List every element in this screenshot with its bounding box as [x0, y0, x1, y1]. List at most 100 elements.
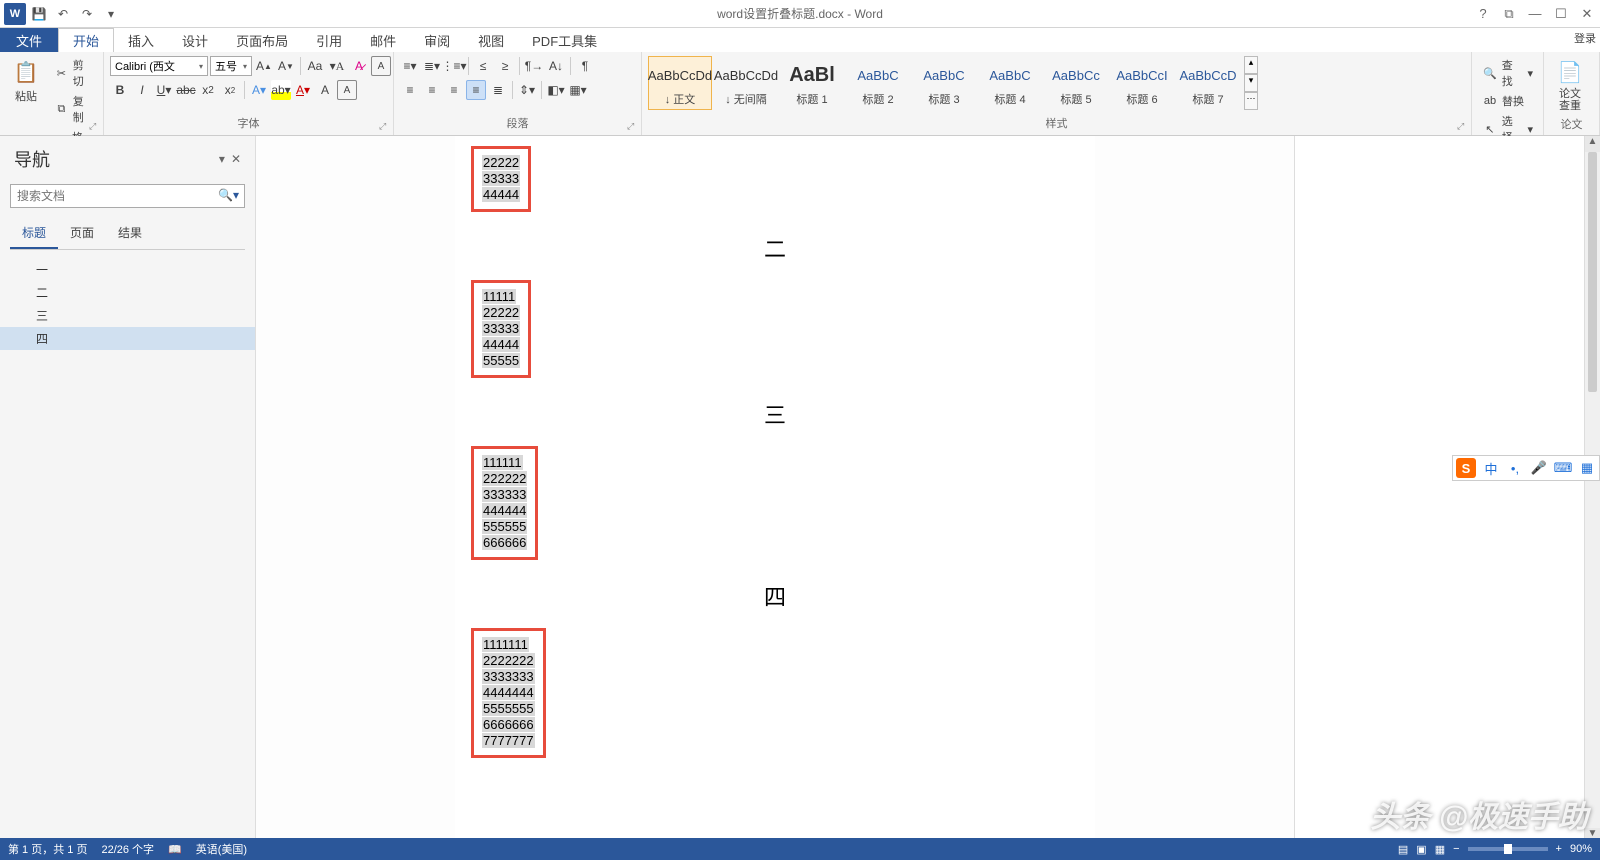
underline-button[interactable]: U▾	[154, 80, 174, 100]
align-right-button[interactable]: ≡	[444, 80, 464, 100]
tab-design[interactable]: 设计	[168, 28, 222, 52]
borders-button[interactable]: ▦▾	[568, 80, 588, 100]
save-button[interactable]: 💾	[28, 3, 50, 25]
nav-item[interactable]: 二	[0, 281, 255, 304]
enclose-char-button[interactable]: A	[371, 56, 391, 76]
view-web-button[interactable]: ▦	[1435, 843, 1445, 856]
nav-dropdown-icon[interactable]: ▾	[219, 152, 225, 166]
status-words[interactable]: 22/26 个字	[101, 841, 154, 857]
style-item-5[interactable]: AaBbC标题 4	[978, 56, 1042, 110]
tab-view[interactable]: 视图	[464, 28, 518, 52]
nav-item[interactable]: 一	[0, 258, 255, 281]
gallery-more-icon[interactable]: ⋯	[1244, 92, 1258, 110]
nav-tab-headings[interactable]: 标题	[10, 218, 58, 249]
font-name-combo[interactable]: Calibri (西文▾	[110, 56, 208, 76]
zoom-in-button[interactable]: +	[1556, 843, 1562, 855]
font-launcher[interactable]: ⤢	[379, 121, 391, 133]
close-button[interactable]: ✕	[1574, 1, 1600, 27]
clipboard-launcher[interactable]: ⤢	[89, 121, 101, 133]
search-input[interactable]	[10, 184, 245, 208]
zoom-thumb[interactable]	[1504, 844, 1512, 854]
multilevel-button[interactable]: ⋮≡▾	[444, 56, 464, 76]
bullets-button[interactable]: ≡▾	[400, 56, 420, 76]
ime-toolbar[interactable]: S 中 •, 🎤 ⌨ ▦	[1452, 455, 1600, 481]
style-item-6[interactable]: AaBbCc标题 5	[1044, 56, 1108, 110]
scroll-thumb[interactable]	[1588, 152, 1597, 392]
view-read-button[interactable]: ▣	[1416, 843, 1426, 856]
clear-format-button[interactable]: A̷	[349, 56, 369, 76]
status-language[interactable]: 英语(美国)	[196, 841, 247, 857]
ime-punct-button[interactable]: •,	[1503, 456, 1527, 480]
tab-mailings[interactable]: 邮件	[356, 28, 410, 52]
scroll-up-icon[interactable]: ▲	[1585, 136, 1600, 152]
maximize-button[interactable]: ☐	[1548, 1, 1574, 27]
bold-button[interactable]: B	[110, 80, 130, 100]
subscript-button[interactable]: x2	[198, 80, 218, 100]
nav-close-button[interactable]: ✕	[231, 152, 241, 166]
minimize-button[interactable]: —	[1522, 1, 1548, 27]
align-center-button[interactable]: ≡	[422, 80, 442, 100]
gallery-up-icon[interactable]: ▴	[1244, 56, 1258, 74]
replace-button[interactable]: ab替换	[1478, 92, 1537, 110]
text-effects-button[interactable]: A▾	[249, 80, 269, 100]
italic-button[interactable]: I	[132, 80, 152, 100]
ime-lang-button[interactable]: 中	[1479, 456, 1503, 480]
style-item-0[interactable]: AaBbCcDd↓ 正文	[648, 56, 712, 110]
word-icon[interactable]: W	[4, 3, 26, 25]
ime-keyboard-icon[interactable]: ⌨	[1551, 456, 1575, 480]
paragraph-launcher[interactable]: ⤢	[627, 121, 639, 133]
align-left-button[interactable]: ≡	[400, 80, 420, 100]
char-border-button[interactable]: A	[337, 80, 357, 100]
strike-button[interactable]: abc	[176, 80, 196, 100]
undo-button[interactable]: ↶	[52, 3, 74, 25]
tab-layout[interactable]: 页面布局	[222, 28, 302, 52]
view-print-button[interactable]: ▤	[1398, 843, 1408, 856]
shading-button[interactable]: ◧▾	[546, 80, 566, 100]
sort-button[interactable]: A↓	[546, 56, 566, 76]
status-page[interactable]: 第 1 页，共 1 页	[8, 841, 87, 857]
vertical-scrollbar[interactable]: ▲ ▼	[1584, 136, 1600, 844]
thesis-check-button[interactable]: 📄 论文 查重	[1550, 56, 1590, 114]
search-icon[interactable]: 🔍▾	[218, 188, 239, 202]
style-item-2[interactable]: AaBl标题 1	[780, 56, 844, 110]
style-item-4[interactable]: AaBbC标题 3	[912, 56, 976, 110]
ime-voice-icon[interactable]: 🎤	[1527, 456, 1551, 480]
status-proof-icon[interactable]: 📖	[168, 843, 182, 856]
style-item-7[interactable]: AaBbCcI标题 6	[1110, 56, 1174, 110]
grow-font-button[interactable]: A▲	[254, 56, 274, 76]
line-spacing-button[interactable]: ⇕▾	[517, 80, 537, 100]
distribute-button[interactable]: ≣	[488, 80, 508, 100]
shrink-font-button[interactable]: A▼	[276, 56, 296, 76]
show-marks-button[interactable]: ¶	[575, 56, 595, 76]
font-color-button[interactable]: A▾	[293, 80, 313, 100]
nav-tab-pages[interactable]: 页面	[58, 218, 106, 249]
char-shading-button[interactable]: A	[315, 80, 335, 100]
zoom-level[interactable]: 90%	[1570, 843, 1592, 855]
tab-insert[interactable]: 插入	[114, 28, 168, 52]
change-case-button[interactable]: Aa	[305, 56, 325, 76]
paste-button[interactable]: 📋 粘贴	[6, 56, 46, 106]
tab-file[interactable]: 文件	[0, 28, 58, 52]
qat-more-icon[interactable]: ▾	[100, 3, 122, 25]
style-item-1[interactable]: AaBbCcDd↓ 无间隔	[714, 56, 778, 110]
highlight-button[interactable]: ab▾	[271, 80, 291, 100]
nav-item[interactable]: 三	[0, 304, 255, 327]
login-link[interactable]: 登录	[1574, 30, 1596, 46]
numbering-button[interactable]: ≣▾	[422, 56, 442, 76]
redo-button[interactable]: ↷	[76, 3, 98, 25]
nav-item[interactable]: 四	[0, 327, 255, 350]
ribbon-toggle-button[interactable]: ⧉	[1496, 1, 1522, 27]
tab-home[interactable]: 开始	[58, 28, 114, 52]
style-item-3[interactable]: AaBbC标题 2	[846, 56, 910, 110]
zoom-out-button[interactable]: −	[1453, 843, 1459, 855]
decrease-indent-button[interactable]: ≤	[473, 56, 493, 76]
justify-button[interactable]: ≡	[466, 80, 486, 100]
superscript-button[interactable]: x2	[220, 80, 240, 100]
tab-pdf[interactable]: PDF工具集	[518, 28, 611, 52]
style-item-8[interactable]: AaBbCcD标题 7	[1176, 56, 1240, 110]
document-area[interactable]: 222223333344444二111112222233333444445555…	[256, 136, 1294, 844]
tab-review[interactable]: 审阅	[410, 28, 464, 52]
help-button[interactable]: ?	[1470, 1, 1496, 27]
gallery-down-icon[interactable]: ▾	[1244, 74, 1258, 92]
find-button[interactable]: 🔍查找▾	[1478, 56, 1537, 90]
